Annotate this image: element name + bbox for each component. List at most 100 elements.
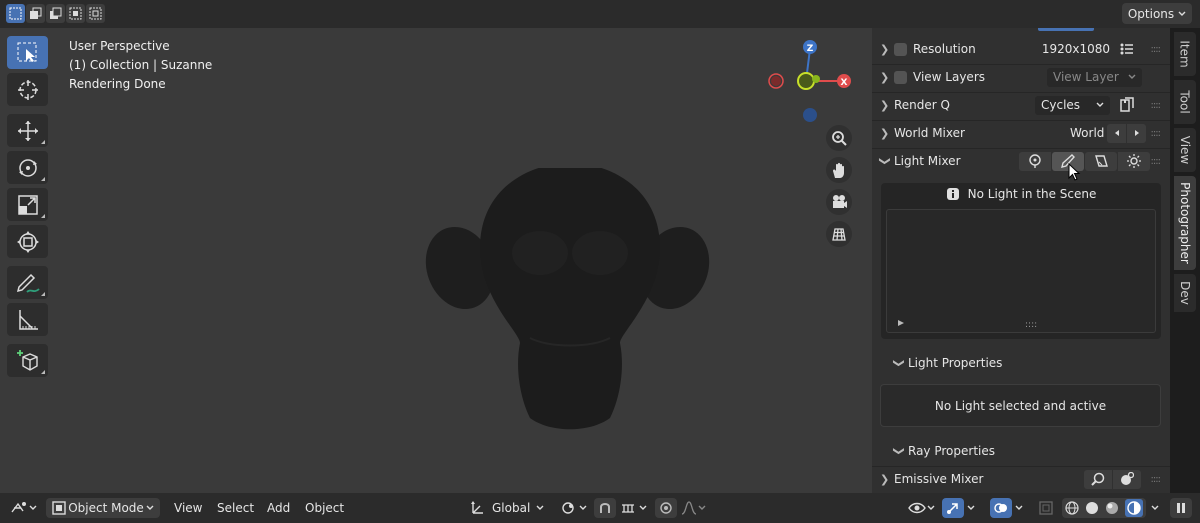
light-properties-row[interactable]: ❯ Light Properties <box>872 350 1170 376</box>
proportional-edit-icon[interactable] <box>655 498 677 518</box>
emissive-material-icon[interactable] <box>1113 469 1141 489</box>
world-name: World <box>1070 126 1105 140</box>
chevron-down-icon[interactable]: ❯ <box>893 446 906 456</box>
neg-y-axis-handle[interactable] <box>797 72 815 90</box>
view-layers-row[interactable]: ❯ View Layers View Layer <box>872 64 1170 90</box>
tab-label: Item <box>1178 40 1193 68</box>
transform-icon[interactable] <box>7 225 48 258</box>
drag-handle-icon[interactable]: :::: <box>1151 474 1162 485</box>
menu-object[interactable]: Object <box>305 498 344 518</box>
tab-label: Dev <box>1178 281 1193 305</box>
editor-type-icon[interactable] <box>8 498 40 518</box>
pause-icon[interactable] <box>1170 498 1192 518</box>
light-mixer-row[interactable]: ❯ Light Mixer :::: <box>872 148 1170 174</box>
drag-handle-icon[interactable]: :::: <box>1151 128 1162 139</box>
next-world-button[interactable] <box>1127 123 1146 143</box>
select-subtract-icon[interactable] <box>46 4 65 23</box>
camera-icon[interactable] <box>826 189 852 215</box>
sun-light-icon[interactable] <box>1118 151 1150 171</box>
3d-viewport[interactable]: User Perspective (1) Collection | Suzann… <box>0 28 872 493</box>
orientation-dropdown[interactable]: Global <box>470 498 544 518</box>
wireframe-shading-icon[interactable] <box>1065 501 1079 515</box>
resolution-checkbox[interactable] <box>894 42 907 56</box>
add-cube-icon[interactable] <box>7 344 48 377</box>
zoom-icon[interactable] <box>826 125 852 151</box>
measure-icon[interactable] <box>7 303 48 336</box>
select-invert-icon[interactable] <box>66 4 85 23</box>
pan-hand-icon[interactable] <box>826 157 852 183</box>
view-layer-dropdown[interactable]: View Layer <box>1047 67 1142 87</box>
expand-triangle-icon[interactable] <box>897 319 905 327</box>
mode-dropdown[interactable]: Object Mode <box>46 498 160 518</box>
chevron-right-icon[interactable]: ❯ <box>880 127 894 140</box>
select-box-icon[interactable] <box>7 36 48 69</box>
emissive-mixer-row[interactable]: ❯ Emissive Mixer :::: <box>872 466 1170 492</box>
light-list[interactable]: :::: <box>886 209 1156 333</box>
chevron-right-icon[interactable]: ❯ <box>880 43 894 56</box>
chevron-down-icon[interactable] <box>1012 498 1026 518</box>
search-icon[interactable] <box>1084 469 1112 489</box>
chevron-down-icon <box>1128 74 1136 79</box>
render-queue-icon[interactable] <box>1114 96 1140 115</box>
list-icon[interactable] <box>1114 40 1140 59</box>
scroll-indicator <box>1038 28 1094 31</box>
x-axis-label: X <box>841 78 848 88</box>
chevron-right-icon[interactable]: ❯ <box>880 473 894 486</box>
rendered-shading-icon[interactable] <box>1125 499 1143 517</box>
resolution-label: Resolution <box>913 42 976 56</box>
move-icon[interactable] <box>7 114 48 147</box>
xray-toggle-icon[interactable] <box>1036 498 1056 518</box>
annotate-icon[interactable] <box>7 266 48 299</box>
neg-z-axis-handle[interactable] <box>803 108 817 122</box>
arrow-left-icon <box>1114 130 1119 136</box>
resolution-row[interactable]: ❯ Resolution 1920x1080 :::: <box>872 36 1170 62</box>
chevron-right-icon[interactable]: ❯ <box>880 99 894 112</box>
tab-tool[interactable]: Tool <box>1174 80 1196 124</box>
rotate-icon[interactable] <box>7 151 48 184</box>
view-layers-checkbox[interactable] <box>894 70 907 84</box>
material-shading-icon[interactable] <box>1105 501 1119 515</box>
menu-select[interactable]: Select <box>217 498 254 518</box>
world-mixer-row[interactable]: ❯ World Mixer World :::: <box>872 120 1170 146</box>
drag-handle-icon[interactable]: :::: <box>1151 156 1162 167</box>
drag-handle-icon[interactable]: :::: <box>1151 44 1162 55</box>
tab-item[interactable]: Item <box>1174 32 1196 76</box>
scale-icon[interactable] <box>7 188 48 221</box>
render-engine-dropdown[interactable]: Cycles <box>1035 95 1110 115</box>
select-extend-icon[interactable] <box>26 4 45 23</box>
snap-target-icon[interactable] <box>618 498 650 518</box>
render-q-row[interactable]: ❯ Render Q Cycles :::: <box>872 92 1170 118</box>
menu-view[interactable]: View <box>174 498 202 518</box>
chevron-down-icon[interactable]: ❯ <box>893 358 906 368</box>
visibility-icon[interactable] <box>906 498 938 518</box>
menu-add[interactable]: Add <box>267 498 290 518</box>
chevron-down-icon[interactable] <box>964 498 978 518</box>
solid-shading-icon[interactable] <box>1085 501 1099 515</box>
ray-properties-row[interactable]: ❯ Ray Properties <box>872 438 1170 464</box>
tab-photographer[interactable]: Photographer <box>1174 176 1196 270</box>
tab-dev[interactable]: Dev <box>1174 274 1196 312</box>
suzanne-mesh[interactable] <box>420 168 720 438</box>
snap-toggle-icon[interactable] <box>594 498 616 518</box>
axis-gizmo[interactable]: Z X <box>766 38 856 128</box>
drag-handle-icon[interactable]: :::: <box>1151 100 1162 111</box>
chevron-right-icon[interactable]: ❯ <box>880 71 894 84</box>
resize-grip-icon[interactable]: :::: <box>1025 320 1037 330</box>
transform-orientation-icon <box>471 501 483 514</box>
select-intersect-icon[interactable] <box>86 4 105 23</box>
gizmo-toggle-icon[interactable] <box>942 498 964 518</box>
options-dropdown[interactable]: Options <box>1122 3 1192 24</box>
chevron-down-icon[interactable]: ❯ <box>879 156 892 166</box>
select-set-icon[interactable] <box>6 4 25 23</box>
falloff-icon[interactable] <box>678 498 708 518</box>
overlays-toggle-icon[interactable] <box>990 498 1012 518</box>
prev-world-button[interactable] <box>1107 123 1126 143</box>
point-light-icon[interactable] <box>1019 151 1051 171</box>
z-axis-label: Z <box>807 44 814 54</box>
area-light-icon[interactable] <box>1085 151 1117 171</box>
pivot-point-icon[interactable] <box>558 498 590 518</box>
tab-view[interactable]: View <box>1174 128 1196 172</box>
cursor-icon[interactable] <box>7 73 48 106</box>
chevron-down-icon[interactable] <box>1148 498 1162 518</box>
grid-ortho-icon[interactable] <box>826 221 852 247</box>
